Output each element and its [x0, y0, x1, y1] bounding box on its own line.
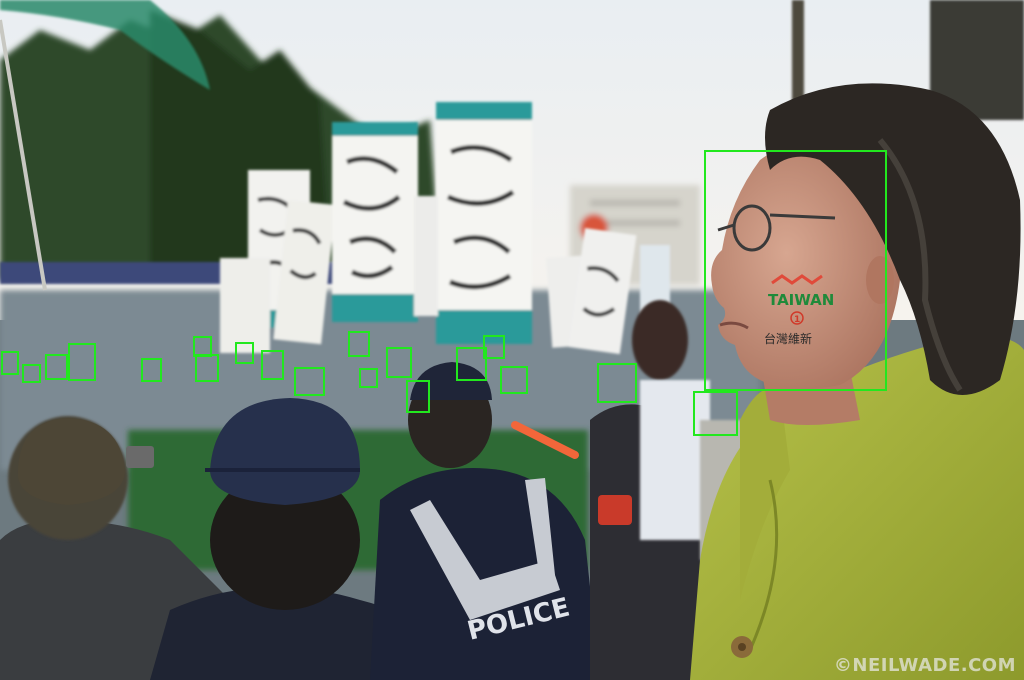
- face-box[interactable]: [386, 347, 412, 378]
- photo-scene: POLICE TAIWAN 1 台灣維新 ©NEILWADE.COM: [0, 0, 1024, 680]
- face-box[interactable]: [597, 363, 637, 403]
- face-box[interactable]: [348, 331, 370, 357]
- face-box[interactable]: [693, 391, 738, 436]
- face-box[interactable]: [500, 366, 528, 394]
- face-box[interactable]: [456, 347, 487, 381]
- face-box[interactable]: [195, 354, 219, 382]
- face-box[interactable]: [141, 358, 162, 382]
- face-box[interactable]: [294, 367, 325, 396]
- face-box-primary[interactable]: [704, 150, 887, 391]
- face-box[interactable]: [68, 343, 96, 381]
- face-box[interactable]: [406, 380, 430, 413]
- watermark: ©NEILWADE.COM: [833, 655, 1016, 676]
- face-box[interactable]: [359, 368, 378, 388]
- face-box[interactable]: [261, 350, 284, 380]
- face-box[interactable]: [1, 351, 19, 375]
- face-box[interactable]: [45, 354, 68, 380]
- face-box[interactable]: [193, 336, 212, 357]
- face-box[interactable]: [22, 364, 41, 383]
- face-box[interactable]: [235, 342, 254, 364]
